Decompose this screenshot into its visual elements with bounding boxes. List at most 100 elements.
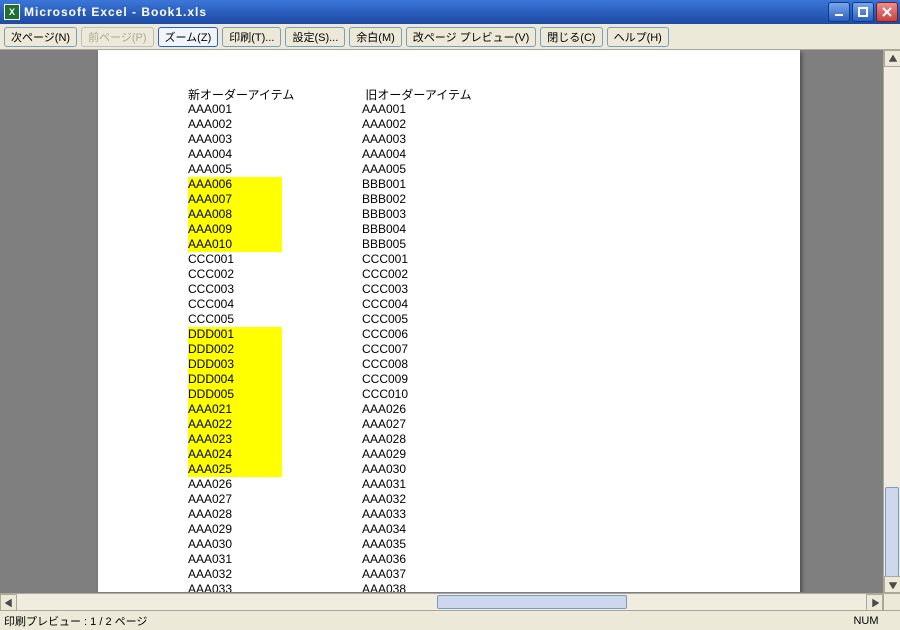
cell-col2: AAA029 xyxy=(362,447,562,462)
hscroll-thumb[interactable] xyxy=(437,595,627,609)
header-col2: 旧オーダーアイテム xyxy=(365,86,565,103)
vscroll-track[interactable] xyxy=(884,67,900,576)
table-row: AAA027AAA032 xyxy=(188,492,565,507)
page-viewport[interactable]: 新オーダーアイテム 旧オーダーアイテム AAA001AAA001AAA002AA… xyxy=(8,50,882,592)
table-row: AAA032AAA037 xyxy=(188,567,565,582)
table-row: AAA024AAA029 xyxy=(188,447,565,462)
cell-col1: AAA028 xyxy=(188,507,362,522)
scroll-left-button[interactable] xyxy=(0,594,17,611)
table-row: AAA006BBB001 xyxy=(188,177,565,192)
table-row: CCC005CCC005 xyxy=(188,312,565,327)
cell-col2: AAA027 xyxy=(362,417,562,432)
cell-col2: AAA002 xyxy=(362,117,562,132)
hscroll-track[interactable] xyxy=(17,594,866,610)
status-text: 印刷プレビュー : 1 / 2 ページ xyxy=(4,613,147,629)
maximize-button[interactable] xyxy=(852,2,874,22)
cell-col2: BBB005 xyxy=(362,237,562,252)
cell-col1: AAA001 xyxy=(188,102,362,117)
cell-col1: AAA031 xyxy=(188,552,362,567)
cell-col1: AAA030 xyxy=(188,537,362,552)
table-row: CCC003CCC003 xyxy=(188,282,565,297)
table-row: AAA022AAA027 xyxy=(188,417,565,432)
cell-col2: BBB003 xyxy=(362,207,562,222)
cell-col2: CCC005 xyxy=(362,312,562,327)
column-headers: 新オーダーアイテム 旧オーダーアイテム xyxy=(188,86,565,102)
scroll-corner xyxy=(883,593,900,610)
cell-col2: AAA005 xyxy=(362,162,562,177)
cell-col1: DDD001 xyxy=(188,327,282,342)
scroll-up-button[interactable] xyxy=(884,50,900,67)
window-controls xyxy=(828,2,898,22)
prev-page-button: 前ページ(P) xyxy=(81,27,153,47)
table-row: AAA004AAA004 xyxy=(188,147,565,162)
titlebar: X Microsoft Excel - Book1.xls xyxy=(0,0,900,24)
cell-col2: CCC006 xyxy=(362,327,562,342)
scroll-right-button[interactable] xyxy=(866,594,883,611)
cell-col2: AAA026 xyxy=(362,402,562,417)
margins-button[interactable]: 余白(M) xyxy=(349,27,402,47)
cell-col1: CCC001 xyxy=(188,252,362,267)
cell-col2: AAA038 xyxy=(362,582,562,592)
cell-col1: AAA006 xyxy=(188,177,282,192)
header-col1: 新オーダーアイテム xyxy=(188,86,362,103)
scroll-down-button[interactable] xyxy=(884,576,900,593)
close-preview-button[interactable]: 閉じる(C) xyxy=(540,27,602,47)
table-row: DDD004CCC009 xyxy=(188,372,565,387)
cell-col2: CCC001 xyxy=(362,252,562,267)
cell-col1: DDD005 xyxy=(188,387,282,402)
cell-col2: CCC009 xyxy=(362,372,562,387)
cell-col1: AAA004 xyxy=(188,147,362,162)
setup-button[interactable]: 設定(S)... xyxy=(285,27,345,47)
table-row: AAA023 AAA028 xyxy=(188,432,565,447)
next-page-button[interactable]: 次ページ(N) xyxy=(4,27,77,47)
cell-col2: AAA003 xyxy=(362,132,562,147)
page-break-preview-button[interactable]: 改ページ プレビュー(V) xyxy=(406,27,537,47)
cell-col2: CCC010 xyxy=(362,387,562,402)
table-row: AAA009BBB004 xyxy=(188,222,565,237)
cell-col1: AAA033 xyxy=(188,582,362,592)
cell-col1: CCC004 xyxy=(188,297,362,312)
table-row: AAA028AAA033 xyxy=(188,507,565,522)
window-title: Microsoft Excel - Book1.xls xyxy=(24,5,207,19)
print-preview-toolbar: 次ページ(N) 前ページ(P) ズーム(Z) 印刷(T)... 設定(S)...… xyxy=(0,24,900,50)
zoom-button[interactable]: ズーム(Z) xyxy=(158,27,219,47)
cell-col1: DDD002 xyxy=(188,342,282,357)
table-row: DDD005 CCC010 xyxy=(188,387,565,402)
table-row: AAA005AAA005 xyxy=(188,162,565,177)
cell-col1: AAA005 xyxy=(188,162,362,177)
cell-col2: AAA036 xyxy=(362,552,562,567)
cell-col2: AAA035 xyxy=(362,537,562,552)
table-row: DDD001 CCC006 xyxy=(188,327,565,342)
close-window-button[interactable] xyxy=(876,2,898,22)
table-row: AAA010BBB005 xyxy=(188,237,565,252)
help-button[interactable]: ヘルプ(H) xyxy=(607,27,669,47)
table-row: AAA007BBB002 xyxy=(188,192,565,207)
excel-icon: X xyxy=(4,4,20,20)
cell-col2: CCC008 xyxy=(362,357,562,372)
table-row: CCC002CCC002 xyxy=(188,267,565,282)
cell-col2: BBB004 xyxy=(362,222,562,237)
table-row: DDD003 CCC008 xyxy=(188,357,565,372)
cell-col1: DDD003 xyxy=(188,357,282,372)
preview-workarea: 新オーダーアイテム 旧オーダーアイテム AAA001AAA001AAA002AA… xyxy=(0,50,900,610)
cell-col2: AAA001 xyxy=(362,102,562,117)
table-row: CCC004CCC004 xyxy=(188,297,565,312)
table-row: AAA021AAA026 xyxy=(188,402,565,417)
table-row: AAA003AAA003 xyxy=(188,132,565,147)
table-row: AAA002AAA002 xyxy=(188,117,565,132)
status-numlock: NUM xyxy=(836,615,896,627)
table-row: AAA031AAA036 xyxy=(188,552,565,567)
vscroll-thumb[interactable] xyxy=(885,487,899,577)
vertical-scrollbar[interactable] xyxy=(883,50,900,593)
cell-col1: AAA023 xyxy=(188,432,282,447)
page-content: 新オーダーアイテム 旧オーダーアイテム AAA001AAA001AAA002AA… xyxy=(188,86,565,592)
table-row: AAA008 BBB003 xyxy=(188,207,565,222)
horizontal-scrollbar[interactable] xyxy=(0,593,883,610)
minimize-button[interactable] xyxy=(828,2,850,22)
print-button[interactable]: 印刷(T)... xyxy=(222,27,281,47)
cell-col2: AAA028 xyxy=(362,432,562,447)
cell-col1: AAA025 xyxy=(188,462,282,477)
cell-col2: CCC003 xyxy=(362,282,562,297)
cell-col1: AAA032 xyxy=(188,567,362,582)
cell-col1: AAA008 xyxy=(188,207,282,222)
